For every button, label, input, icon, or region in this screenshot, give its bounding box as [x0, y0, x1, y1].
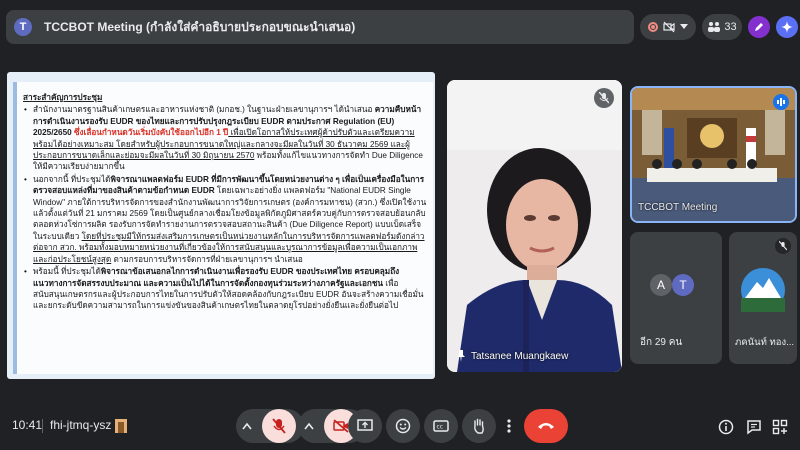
room-participant-name: TCCBOT Meeting: [638, 202, 718, 213]
main-participant-label: Tatsanee Muangkaew: [457, 350, 568, 362]
camera-off-icon: [333, 419, 349, 433]
top-right-controls: 33: [640, 14, 798, 40]
p1-text-red: ซึ่งเลื่อนกำหนดวันเริ่มบังคับใช้ออกไปอีก…: [73, 128, 229, 138]
chat-icon[interactable]: [746, 419, 762, 435]
muted-badge: [594, 88, 614, 108]
chevron-up-icon[interactable]: [304, 422, 314, 430]
slide-paragraph-1: สำนักงานมาตรฐานสินค้าเกษตรและอาหารแห่งชา…: [23, 104, 428, 172]
slide-paragraph-3: พร้อมนี้ ที่ประชุมได้พิจารณาข้อเสนอกลไกก…: [23, 266, 428, 312]
activities-button[interactable]: [748, 16, 770, 38]
gemini-button[interactable]: [776, 16, 798, 38]
presenter-avatar: T: [14, 18, 32, 36]
participant-tile-room[interactable]: TCCBOT Meeting: [630, 86, 797, 223]
chevron-down-icon: [679, 24, 688, 29]
pin-icon: [457, 350, 465, 362]
participant-tile-main[interactable]: Tatsanee Muangkaew: [447, 80, 622, 372]
profile-participant-name: ภคนันท์ ทอง...: [735, 337, 795, 348]
meeting-title: TCCBOT Meeting (กำลังใส่คำอธิบายประกอบขณ…: [44, 19, 356, 34]
p2-text-3: ตามกรอบการบริหารจัดการที่ฝ่ายเลขานุการฯ …: [111, 254, 303, 264]
participant-tile-profile[interactable]: ภคนันท์ ทอง...: [729, 232, 797, 364]
p2-text-1: นอกจากนี้ ที่ประชุมได้: [33, 174, 111, 184]
p3-text-1: พร้อมนี้ ที่ประชุมได้: [33, 267, 101, 277]
others-tile[interactable]: A T อีก 29 คน: [630, 232, 722, 364]
slide-paragraph-2: นอกจากนี้ ที่ประชุมได้พิจารณาแพลตฟอร์ม E…: [23, 174, 428, 265]
record-icon: [648, 22, 659, 32]
hang-up-icon: [538, 423, 554, 429]
speaking-indicator: [773, 94, 789, 110]
chevron-up-icon[interactable]: [242, 422, 252, 430]
emoji-icon: [395, 418, 411, 434]
participant-count: 33: [724, 21, 737, 33]
divider: [42, 419, 43, 433]
muted-badge: [775, 238, 791, 254]
mic-off-icon: [272, 418, 286, 434]
meeting-code: fhi-jtmq-ysz: [50, 418, 112, 432]
hand-icon: [474, 418, 484, 434]
slide-content: สาระสำคัญการประชุม สำนักงานมาตรฐานสินค้า…: [23, 92, 428, 313]
mic-off-icon: [779, 241, 787, 251]
clock: 10:41: [12, 418, 43, 432]
activities-icon[interactable]: [772, 419, 788, 435]
captions-button[interactable]: cc: [424, 409, 458, 443]
raise-hand-button[interactable]: [462, 409, 496, 443]
slide-accent-bar: [13, 82, 17, 374]
pencil-icon: [755, 23, 763, 31]
present-screen-icon: [357, 419, 373, 431]
leave-call-button[interactable]: [524, 409, 568, 443]
reactions-button[interactable]: [386, 409, 420, 443]
others-count-label: อีก 29 คน: [640, 337, 683, 348]
avatar-t: T: [672, 274, 694, 296]
door-icon[interactable]: [114, 418, 128, 434]
more-vert-icon: [507, 419, 511, 433]
sparkle-icon: [781, 21, 793, 33]
mic-off-icon: [599, 92, 609, 104]
main-participant-name: Tatsanee Muangkaew: [471, 350, 569, 362]
no-camera-icon: [663, 21, 675, 33]
avatar-a: A: [650, 274, 672, 296]
mic-control-group[interactable]: [236, 409, 304, 443]
svg-text:cc: cc: [437, 424, 444, 431]
people-icon: [708, 22, 721, 32]
recording-indicator[interactable]: [640, 14, 696, 40]
more-options-button[interactable]: [498, 409, 520, 443]
p1-text-1: สำนักงานมาตรฐานสินค้าเกษตรและอาหารแห่งชา…: [33, 105, 375, 115]
audio-wave-icon: [777, 98, 785, 106]
info-icon[interactable]: [718, 419, 734, 435]
meet-window: T TCCBOT Meeting (กำลังใส่คำอธิบายประกอบ…: [0, 0, 800, 450]
speaker-video: [447, 80, 622, 372]
slide-page: สาระสำคัญการประชุม สำนักงานมาตรฐานสินค้า…: [13, 82, 433, 374]
shared-screen: สาระสำคัญการประชุม สำนักงานมาตรฐานสินค้า…: [7, 72, 435, 379]
slide-heading: สาระสำคัญการประชุม: [23, 93, 103, 102]
people-button[interactable]: 33: [702, 14, 742, 40]
presentation-banner: T TCCBOT Meeting (กำลังใส่คำอธิบายประกอบ…: [6, 10, 634, 44]
profile-avatar-image: [741, 268, 785, 312]
captions-icon: cc: [433, 420, 449, 432]
present-button[interactable]: [348, 409, 382, 443]
mic-button[interactable]: [262, 409, 296, 443]
